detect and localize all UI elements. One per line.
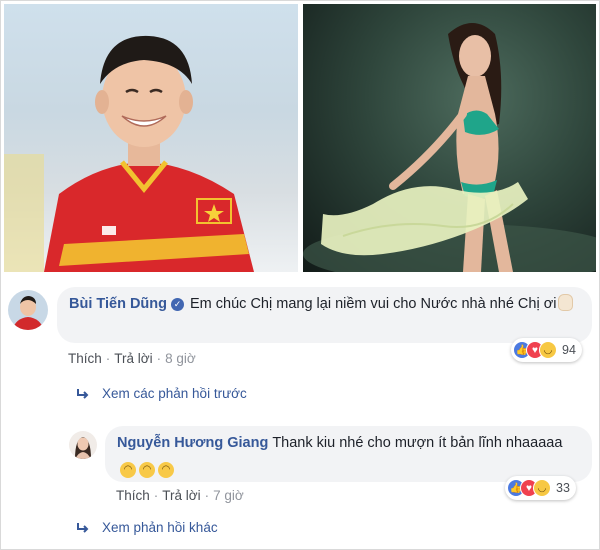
view-previous-label: Xem các phản hồi trước <box>102 386 247 401</box>
footballer-illustration <box>4 35 254 272</box>
separator: · <box>204 488 210 503</box>
haha-reaction-icon: ◡ <box>539 341 557 359</box>
user-avatar-icon <box>69 431 97 459</box>
reaction-summary[interactable]: 👍 ♥ ◡ 94 <box>511 338 582 362</box>
separator: · <box>156 351 162 366</box>
reply-link[interactable]: Trả lời <box>162 488 200 503</box>
reply-avatar[interactable] <box>69 431 97 459</box>
reply-link[interactable]: Trả lời <box>114 351 152 366</box>
hand-emoji-icon <box>558 294 574 311</box>
comment-text: Em chúc Chị mang lại niềm vui cho Nước n… <box>190 296 557 312</box>
reply-text: Thank kiu nhé cho mượn ít bản lĩnh nhaaa… <box>272 435 563 451</box>
contestant-illustration <box>303 23 596 272</box>
view-other-replies[interactable]: Xem phản hồi khác <box>76 520 218 535</box>
view-other-label: Xem phản hồi khác <box>102 520 218 535</box>
smile-emoji-icon: ◠ <box>139 462 155 478</box>
separator: · <box>105 351 111 366</box>
reaction-count: 33 <box>556 481 570 495</box>
smile-emoji-icon: ◠ <box>120 462 136 478</box>
comment-bubble: Bùi Tiến Dũng ✓ Em chúc Chị mang lại niềm … <box>57 287 592 343</box>
reaction-summary[interactable]: 👍 ♥ ◡ 33 <box>505 476 576 500</box>
reply-actions: Thích · Trả lời · 7 giờ <box>116 488 244 503</box>
avatar[interactable] <box>8 290 48 330</box>
comment-timestamp[interactable]: 8 giờ <box>165 351 196 366</box>
comment-actions: Thích · Trả lời · 8 giờ <box>68 351 196 366</box>
reply-arrow-icon <box>77 522 89 533</box>
user-avatar-icon <box>8 290 48 330</box>
smile-emoji-icon: ◠ <box>158 462 174 478</box>
reply-arrow-icon <box>77 388 89 399</box>
view-previous-replies[interactable]: Xem các phản hồi trước <box>76 386 247 401</box>
reply-timestamp[interactable]: 7 giờ <box>213 488 244 503</box>
footballer-photo[interactable] <box>4 4 298 272</box>
contestant-photo[interactable] <box>303 4 596 272</box>
verified-badge-icon: ✓ <box>171 298 185 311</box>
like-link[interactable]: Thích <box>68 351 102 366</box>
haha-reaction-icon: ◡ <box>533 479 551 497</box>
separator: · <box>153 488 159 503</box>
reply-bubble: Nguyễn Hương Giang Thank kiu nhé cho mượn… <box>105 426 592 482</box>
reaction-count: 94 <box>562 343 576 357</box>
like-link[interactable]: Thích <box>116 488 150 503</box>
comment-author[interactable]: Bùi Tiến Dũng <box>69 296 167 312</box>
reply-author[interactable]: Nguyễn Hương Giang <box>117 435 268 451</box>
